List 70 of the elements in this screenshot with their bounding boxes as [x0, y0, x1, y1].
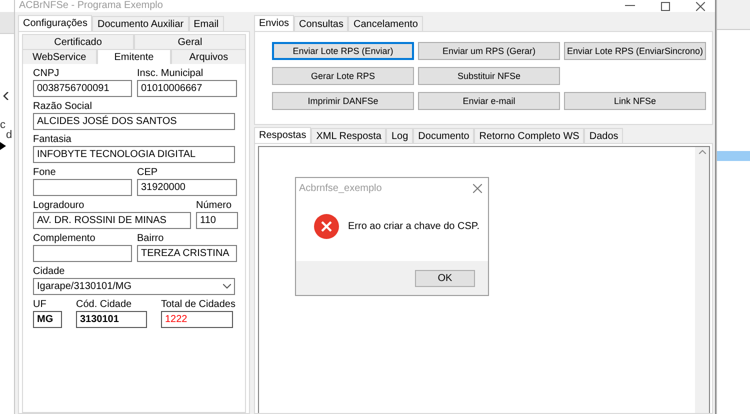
scroll-up-icon[interactable] — [698, 150, 706, 154]
dialog-title: Acbrnfse_exemplo — [299, 182, 382, 194]
scroll-left-icon — [3, 92, 9, 100]
input-field[interactable]: AV. DR. ROSSINI DE MINAS — [33, 212, 191, 229]
action-button[interactable]: Gerar Lote RPS — [272, 67, 414, 85]
field-label: Cód. Cidade — [76, 299, 133, 310]
tab[interactable]: Dados — [584, 128, 624, 143]
background-text: d — [5, 129, 12, 141]
field-label: CEP — [137, 167, 159, 178]
field-label: CNPJ — [33, 68, 60, 79]
field-label: Razão Social — [33, 101, 93, 112]
action-button[interactable]: Enviar Lote RPS (Enviar) — [272, 42, 414, 60]
error-icon — [314, 214, 339, 239]
tab[interactable]: Arquivos — [171, 49, 246, 65]
error-message: Erro ao criar a chave do CSP. — [348, 221, 480, 232]
tab[interactable]: Respostas — [254, 127, 312, 143]
ok-button[interactable]: OK — [415, 270, 475, 286]
field-label: UF — [33, 299, 48, 310]
scrollbar[interactable] — [695, 147, 709, 413]
selected-row — [717, 151, 750, 161]
tab[interactable]: WebService — [22, 49, 97, 65]
input-field[interactable] — [33, 179, 132, 196]
tab[interactable]: Emitente — [96, 49, 172, 65]
field-label: Total de Cidades — [161, 299, 233, 310]
tab[interactable]: Geral — [134, 34, 246, 50]
input-field[interactable]: 31920000 — [137, 179, 237, 196]
input-field[interactable]: TEREZA CRISTINA — [137, 245, 237, 262]
tab[interactable]: Retorno Completo WS — [474, 128, 584, 143]
input-field[interactable]: 0038756700091 — [33, 80, 132, 97]
field-label: Fantasia — [33, 134, 72, 145]
action-button[interactable]: Enviar Lote RPS (EnviarSincrono) — [564, 42, 706, 60]
field-label: Fone — [33, 167, 57, 178]
action-button[interactable]: Enviar um RPS (Gerar) — [418, 42, 560, 60]
tab[interactable]: Documento — [413, 128, 474, 143]
tab[interactable]: Envios — [254, 15, 294, 31]
field-label: Cidade — [33, 266, 66, 277]
input-field[interactable]: ALCIDES JOSÉ DOS SANTOS — [33, 113, 235, 130]
action-button[interactable]: Enviar e-mail — [418, 92, 560, 110]
action-button[interactable]: Imprimir DANFSe — [272, 92, 414, 110]
city-select[interactable]: Igarape/3130101/MG — [33, 278, 235, 295]
tab[interactable]: Cancelamento — [348, 16, 423, 31]
tab[interactable]: Email — [188, 16, 224, 31]
tab[interactable]: XML Resposta — [311, 128, 386, 143]
input-field[interactable] — [33, 245, 132, 262]
input-field[interactable]: INFOBYTE TECNOLOGIA DIGITAL — [33, 146, 235, 163]
input-field[interactable]: 1222 — [161, 311, 233, 328]
tab[interactable]: Documento Auxiliar — [92, 16, 189, 31]
tab[interactable]: Log — [386, 128, 414, 143]
input-field[interactable]: MG — [33, 311, 62, 328]
tab[interactable]: Consultas — [294, 16, 348, 31]
background-text: c — [0, 119, 6, 131]
input-field[interactable]: 110 — [196, 212, 238, 229]
action-button[interactable]: Substituir NFSe — [418, 67, 560, 85]
tab[interactable]: Configurações — [18, 15, 92, 31]
close-icon[interactable] — [696, 2, 705, 10]
action-button[interactable]: Link NFSe — [564, 92, 706, 110]
field-label: Complemento — [33, 233, 96, 244]
chevron-down-icon — [223, 284, 231, 289]
field-label: Logradouro — [33, 200, 86, 211]
field-label: Número — [196, 200, 233, 211]
window-title: ACBrNFSe - Programa Exemplo — [19, 1, 163, 11]
input-field[interactable]: 01010006667 — [137, 80, 237, 97]
input-field[interactable]: 3130101 — [76, 311, 147, 328]
tab[interactable]: Certificado — [22, 34, 134, 50]
field-label: Bairro — [137, 233, 165, 244]
minimize-icon[interactable] — [625, 5, 635, 7]
close-icon[interactable] — [473, 184, 482, 192]
maximize-icon[interactable] — [661, 2, 670, 10]
row-pointer-icon — [0, 142, 6, 150]
field-label: Insc. Municipal — [137, 68, 204, 79]
